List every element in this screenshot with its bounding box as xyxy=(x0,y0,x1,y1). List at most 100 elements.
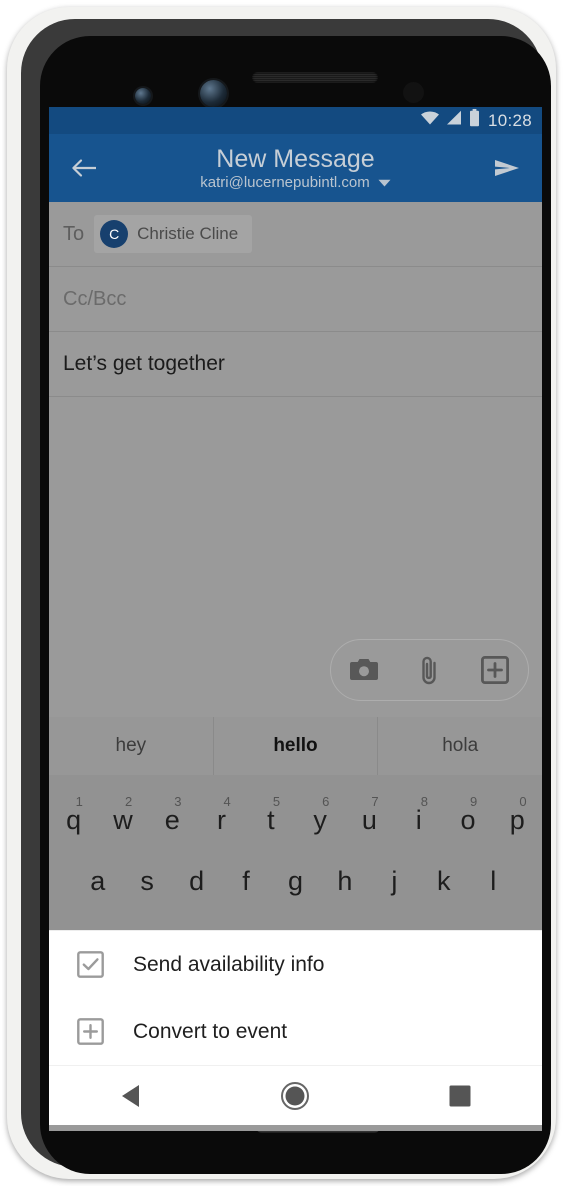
key-s[interactable]: s xyxy=(122,851,171,911)
page-title: New Message xyxy=(216,144,375,173)
message-body-field[interactable] xyxy=(49,397,542,717)
to-field-row[interactable]: To C Christie Cline xyxy=(49,202,542,267)
ccbcc-field-row[interactable]: Cc/Bcc xyxy=(49,267,542,332)
key-letter: g xyxy=(287,865,303,896)
key-f[interactable]: f xyxy=(221,851,270,911)
key-letter: e xyxy=(164,804,180,835)
status-bar: 10:28 xyxy=(49,107,542,134)
menu-item-label: Send availability info xyxy=(133,952,325,976)
key-number: 0 xyxy=(519,794,527,809)
key-y[interactable]: 6y xyxy=(295,789,344,851)
key-letter: o xyxy=(460,804,476,835)
key-d[interactable]: d xyxy=(172,851,221,911)
suggestion-strip: hey hello hola xyxy=(49,717,542,775)
key-number: 1 xyxy=(75,794,83,809)
send-button[interactable] xyxy=(486,156,528,180)
key-number: 8 xyxy=(420,794,428,809)
suggestion-item[interactable]: hello xyxy=(212,717,378,775)
app-viewport: 10:28 New Message katri@lucernepubintl.c… xyxy=(49,107,542,1131)
attachment-toolbar xyxy=(330,639,529,701)
key-l[interactable]: l xyxy=(469,851,518,911)
key-number: 5 xyxy=(272,794,281,809)
front-camera-small-icon xyxy=(135,88,151,104)
menu-item-label: Convert to event xyxy=(133,1019,288,1043)
key-letter: q xyxy=(66,804,82,835)
key-k[interactable]: k xyxy=(419,851,468,911)
key-letter: y xyxy=(313,804,327,835)
key-letter: a xyxy=(90,865,106,896)
nav-recents-icon[interactable] xyxy=(425,1073,495,1119)
phone-screen: 10:28 New Message katri@lucernepubintl.c… xyxy=(40,36,551,1174)
key-letter: d xyxy=(189,865,205,896)
app-bar: New Message katri@lucernepubintl.com xyxy=(49,134,542,202)
phone-bezel: 10:28 New Message katri@lucernepubintl.c… xyxy=(21,19,551,1174)
on-screen-keyboard: 1q 2w 3e 4r 5t 6y 7u 8i 9o 0p a s d f g … xyxy=(49,775,542,930)
key-e[interactable]: 3e xyxy=(148,789,197,851)
suggestion-item[interactable]: hey xyxy=(49,717,213,775)
menu-item-convert-to-event[interactable]: Convert to event xyxy=(49,998,542,1065)
key-r[interactable]: 4r xyxy=(197,789,246,851)
app-bar-titles: New Message katri@lucernepubintl.com xyxy=(105,145,486,192)
key-a[interactable]: a xyxy=(73,851,122,911)
key-letter: s xyxy=(140,865,154,896)
phone-frame: 10:28 New Message katri@lucernepubintl.c… xyxy=(7,7,556,1179)
key-j[interactable]: j xyxy=(370,851,419,911)
checkbox-checked-icon xyxy=(75,950,105,980)
key-h[interactable]: h xyxy=(320,851,369,911)
add-box-icon xyxy=(75,1017,105,1047)
ccbcc-placeholder: Cc/Bcc xyxy=(63,287,127,310)
key-letter: h xyxy=(337,865,353,896)
suggestion-item[interactable]: hola xyxy=(377,717,542,775)
proximity-sensor-icon xyxy=(403,82,424,103)
cellular-signal-icon xyxy=(446,110,463,131)
nav-back-icon[interactable] xyxy=(96,1073,166,1119)
key-letter: i xyxy=(415,804,422,835)
key-g[interactable]: g xyxy=(271,851,320,911)
back-button[interactable] xyxy=(63,156,105,180)
front-camera-large-icon xyxy=(200,80,227,107)
bottom-sheet-menu: Send availability info Convert to event xyxy=(49,930,542,1065)
key-letter: u xyxy=(361,804,377,835)
avatar: C xyxy=(100,220,129,248)
add-box-icon[interactable] xyxy=(472,647,518,693)
wifi-icon xyxy=(420,110,440,131)
key-number: 3 xyxy=(174,794,182,809)
key-p[interactable]: 0p xyxy=(493,789,542,851)
android-navigation-bar xyxy=(49,1065,542,1125)
key-u[interactable]: 7u xyxy=(345,789,394,851)
key-letter: w xyxy=(113,804,133,835)
key-letter: t xyxy=(267,804,275,835)
key-i[interactable]: 8i xyxy=(394,789,443,851)
key-q[interactable]: 1q xyxy=(49,789,98,851)
keyboard-row-1: 1q 2w 3e 4r 5t 6y 7u 8i 9o 0p xyxy=(49,789,542,851)
key-letter: p xyxy=(509,804,525,835)
camera-icon[interactable] xyxy=(341,647,387,693)
key-number: 7 xyxy=(371,794,379,809)
key-letter: j xyxy=(391,865,398,896)
keyboard-row-2: a s d f g h j k l xyxy=(49,851,542,911)
key-number: 4 xyxy=(223,794,231,809)
chevron-down-icon xyxy=(378,174,391,192)
key-number: 9 xyxy=(470,794,478,809)
subject-value: Let’s get together xyxy=(63,352,225,375)
key-o[interactable]: 9o xyxy=(443,789,492,851)
key-t[interactable]: 5t xyxy=(246,789,295,851)
paperclip-icon[interactable] xyxy=(406,647,452,693)
to-label: To xyxy=(63,222,85,245)
key-w[interactable]: 2w xyxy=(98,789,147,851)
key-number: 6 xyxy=(322,794,330,809)
earpiece-speaker xyxy=(252,72,378,83)
recipient-chip[interactable]: C Christie Cline xyxy=(94,215,253,253)
subject-field-row[interactable]: Let’s get together xyxy=(49,332,542,397)
key-letter: r xyxy=(217,804,227,835)
key-number: 2 xyxy=(124,794,133,809)
nav-home-icon[interactable] xyxy=(260,1073,330,1119)
account-selector[interactable]: katri@lucernepubintl.com xyxy=(200,174,391,192)
status-clock: 10:28 xyxy=(487,110,532,130)
key-letter: l xyxy=(490,865,497,896)
menu-item-send-availability[interactable]: Send availability info xyxy=(49,931,542,998)
key-letter: k xyxy=(437,865,451,896)
recipient-name: Christie Cline xyxy=(137,224,239,243)
key-letter: f xyxy=(242,865,250,896)
battery-icon xyxy=(469,109,480,132)
